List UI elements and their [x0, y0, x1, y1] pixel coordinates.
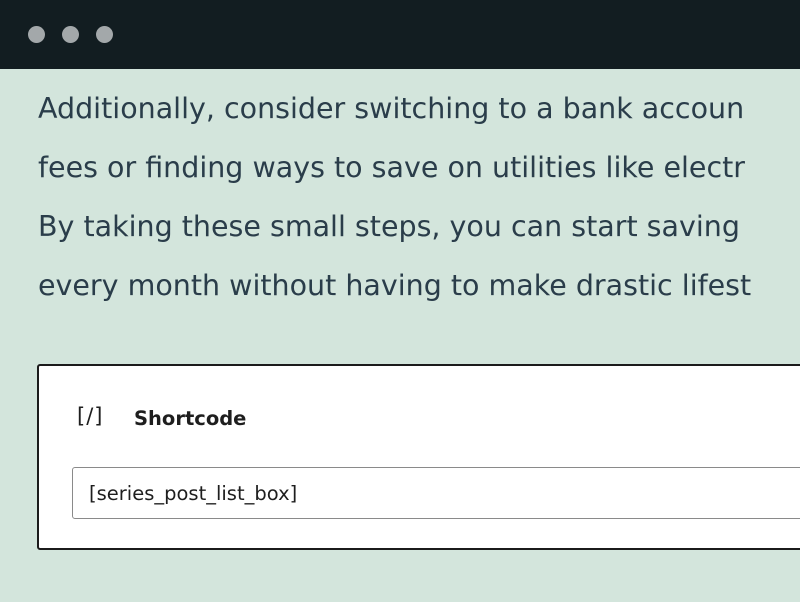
- paragraph-line: every month without having to make drast…: [38, 269, 752, 302]
- paragraph-line: Additionally, consider switching to a ba…: [38, 92, 745, 125]
- shortcode-input[interactable]: [72, 467, 800, 519]
- paragraph-line: fees or finding ways to save on utilitie…: [38, 151, 746, 184]
- post-paragraph[interactable]: Additionally, consider switching to a ba…: [38, 79, 800, 315]
- shortcode-block[interactable]: [/] Shortcode: [37, 364, 800, 550]
- shortcode-icon: [/]: [77, 404, 104, 428]
- paragraph-line: By taking these small steps, you can sta…: [38, 210, 740, 243]
- window-close-dot[interactable]: [28, 26, 45, 43]
- window-maximize-dot[interactable]: [96, 26, 113, 43]
- window-titlebar: [0, 0, 800, 69]
- shortcode-block-title: Shortcode: [134, 407, 247, 430]
- window-minimize-dot[interactable]: [62, 26, 79, 43]
